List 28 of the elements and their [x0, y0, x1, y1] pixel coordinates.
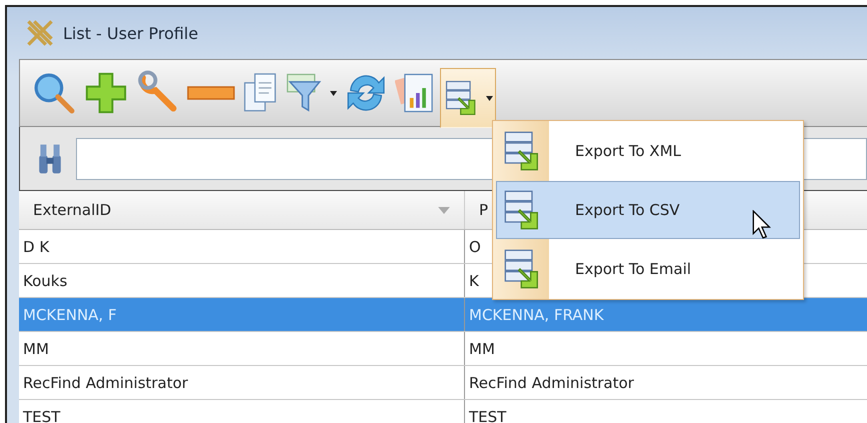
sort-arrow-icon — [438, 206, 450, 214]
table-cell: MM — [469, 340, 495, 358]
table-cell: RecFind Administrator — [19, 366, 465, 399]
export-button[interactable] — [440, 68, 496, 128]
table-row[interactable]: TEST TEST — [19, 400, 867, 423]
crossed-logo-icon — [25, 18, 55, 48]
column-header[interactable]: ExternalID — [19, 191, 465, 229]
menu-item[interactable]: Export To XML — [496, 122, 800, 180]
window-title: List - User Profile — [63, 24, 198, 42]
minus-icon — [187, 85, 235, 101]
table-cell: MCKENNA, FRANK — [469, 306, 604, 324]
table-cell: O — [469, 238, 481, 256]
table-cell: K — [469, 272, 479, 290]
plus-icon — [83, 70, 129, 116]
table-cell: TEST — [469, 408, 506, 423]
menu-item[interactable]: Export To CSV — [496, 180, 800, 239]
caret-icon — [330, 90, 337, 96]
table-row[interactable]: RecFind Administrator RecFind Administrator — [19, 366, 867, 400]
table-cell: MM — [19, 332, 465, 365]
table-cell: TEST — [19, 400, 465, 423]
mouse-pointer-icon — [752, 210, 774, 240]
table-cell: Kouks — [19, 264, 465, 297]
table-cell: D K — [19, 230, 465, 263]
table-row[interactable]: MM MM — [19, 332, 867, 366]
caret-icon — [486, 96, 493, 100]
table-cell: RecFind Administrator — [469, 374, 634, 392]
binoculars-icon — [38, 142, 62, 176]
table-cell: MCKENNA, F — [19, 298, 465, 331]
